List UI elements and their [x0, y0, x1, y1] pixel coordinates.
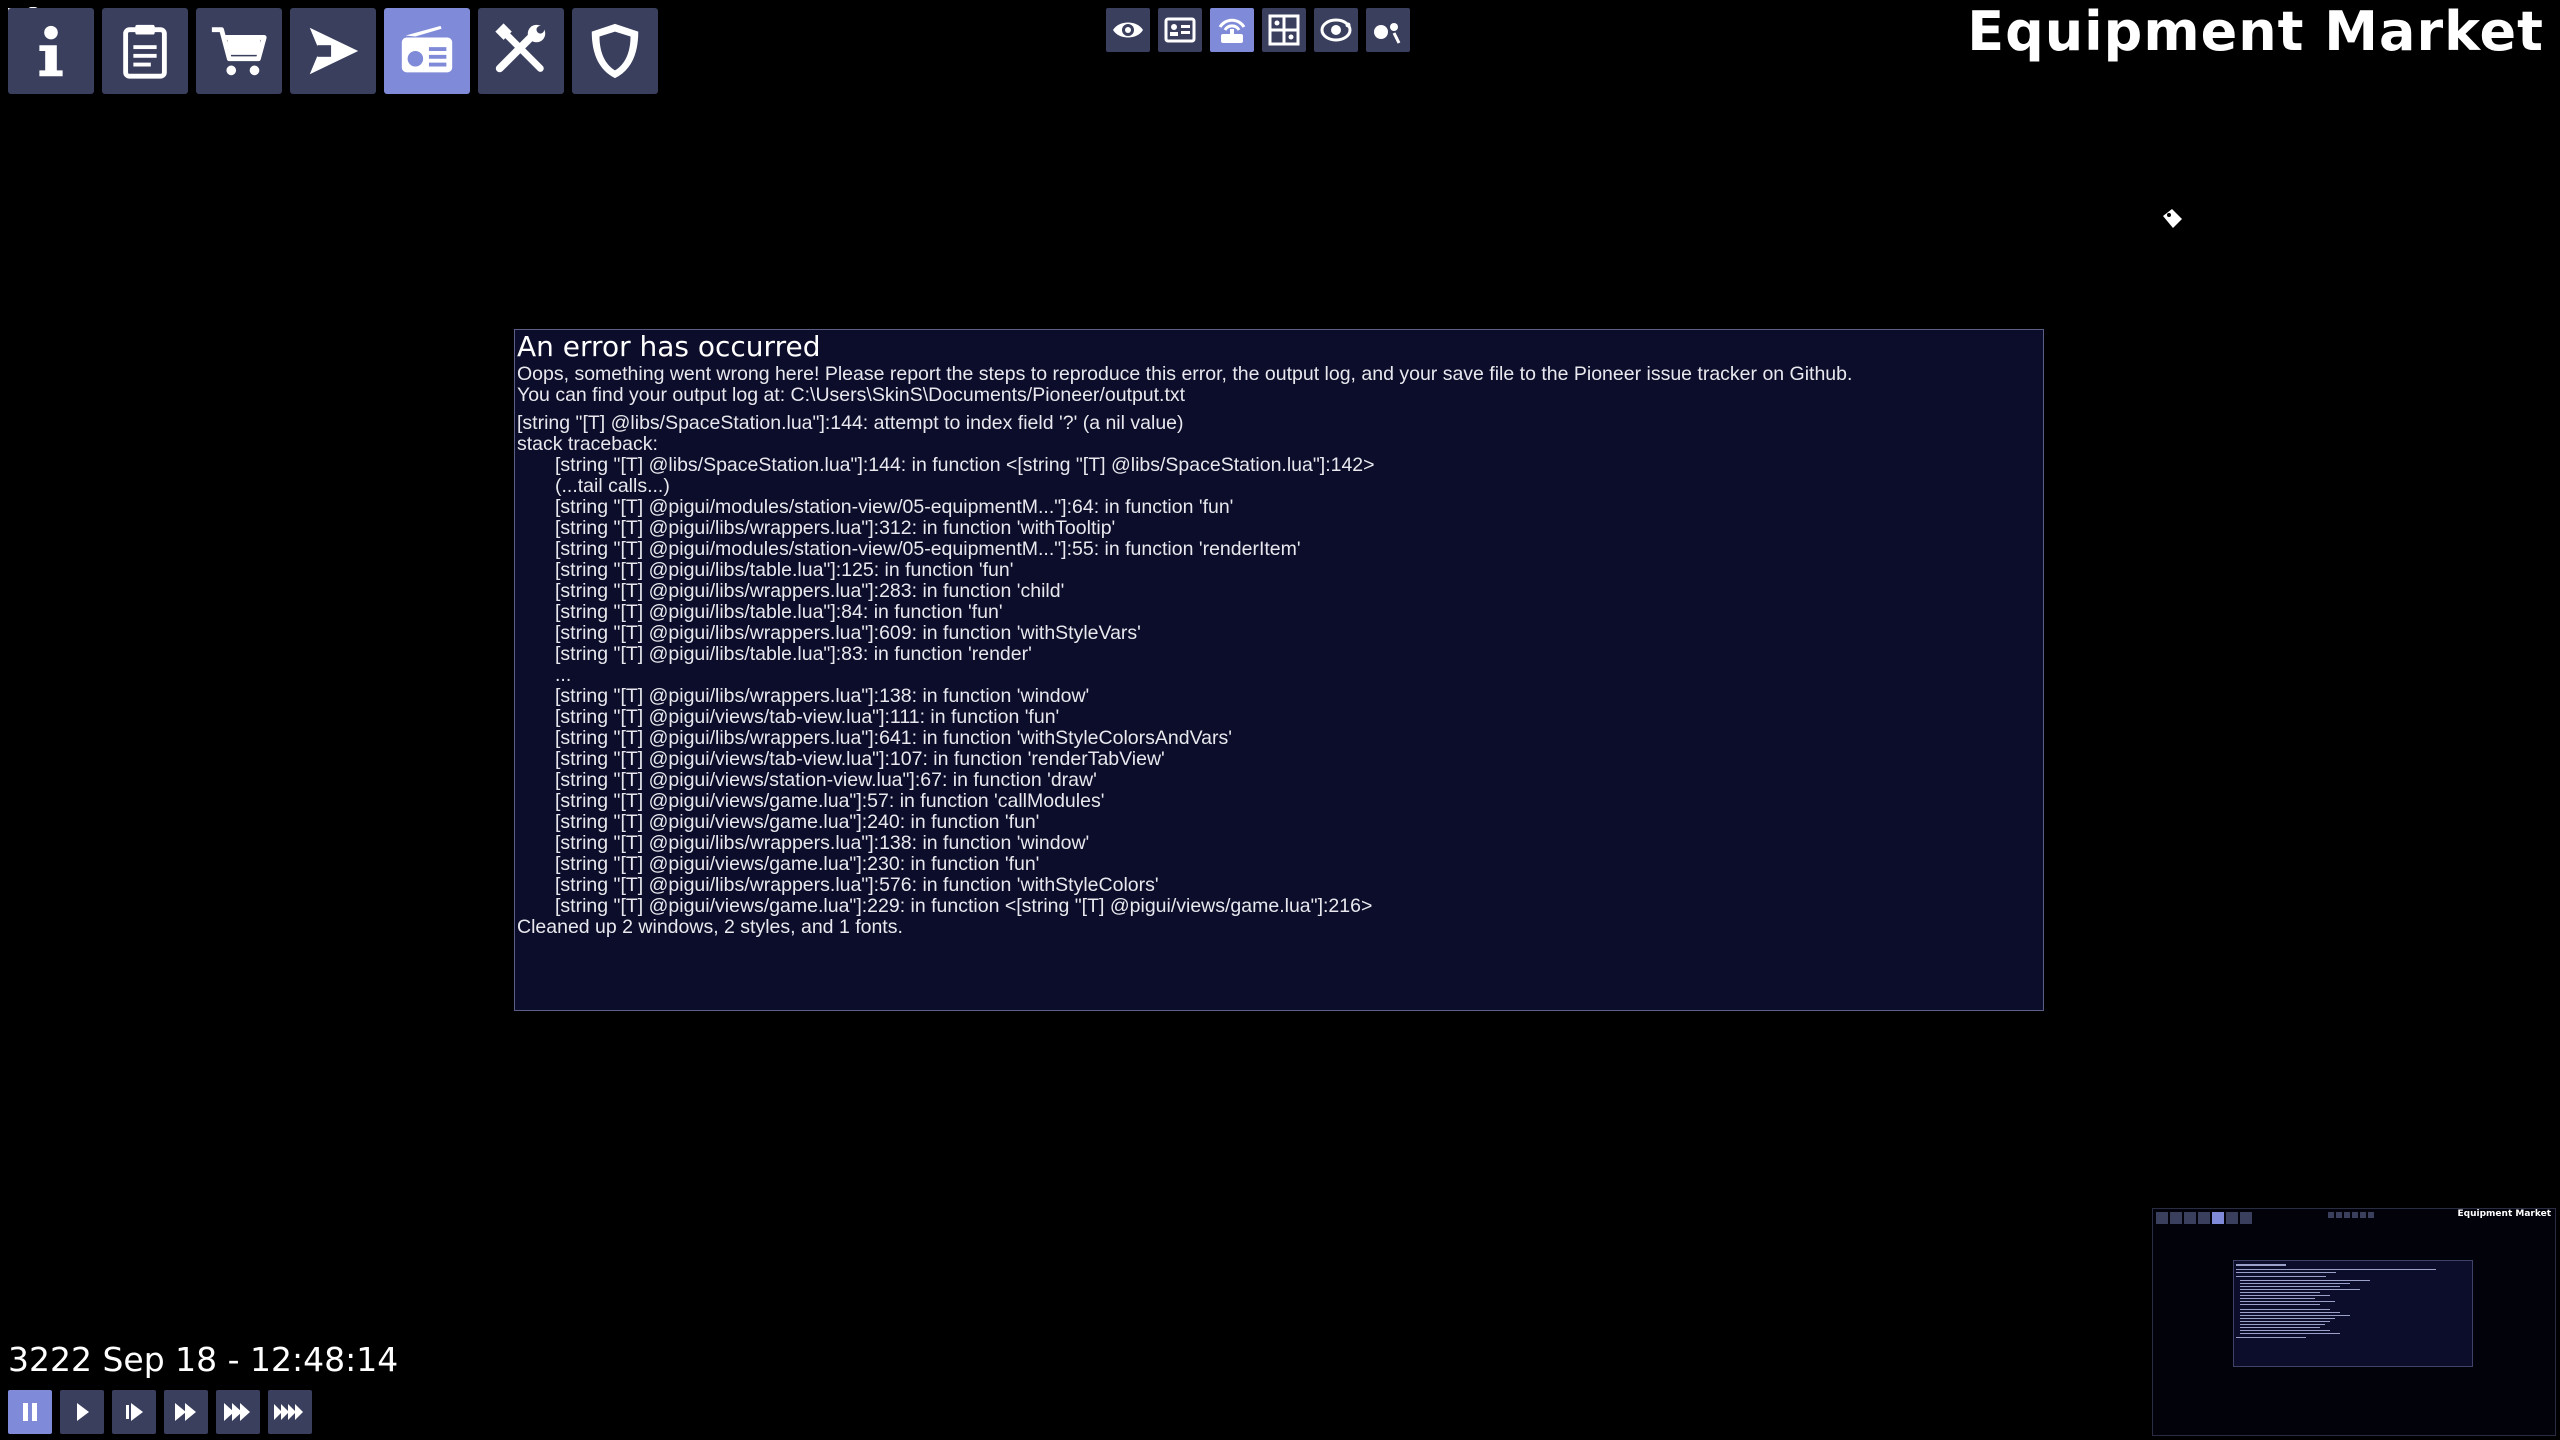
error-line: [string "[T] @libs/SpaceStation.lua"]:14… — [517, 412, 1184, 434]
fast-forward-2-icon — [175, 1403, 196, 1421]
traceback-line: [string "[T] @pigui/libs/wrappers.lua"]:… — [555, 580, 1065, 602]
world-view-button[interactable] — [1106, 8, 1150, 52]
tab-info[interactable] — [8, 8, 94, 94]
traceback-line: [string "[T] @libs/SpaceStation.lua"]:14… — [555, 454, 1375, 476]
comms-icon — [1218, 18, 1246, 43]
screen-preview-thumbnail: Equipment Market — [2152, 1208, 2556, 1436]
fast-forward-3-icon — [224, 1403, 250, 1421]
traceback-line: [string "[T] @pigui/views/tab-view.lua"]… — [555, 706, 1060, 728]
id-card-icon — [1164, 17, 1196, 43]
error-title: An error has occurred — [517, 330, 821, 363]
time-acceleration-controls — [8, 1390, 312, 1434]
system-map-button[interactable] — [1314, 8, 1358, 52]
tab-commodity-market[interactable] — [196, 8, 282, 94]
mouse-cursor-icon — [2163, 209, 2182, 228]
error-message: Oops, something went wrong here! Please … — [517, 363, 1853, 385]
ship-icon — [309, 27, 359, 75]
view-toolbar — [1106, 8, 1410, 52]
traceback-line: [string "[T] @pigui/libs/table.lua"]:83:… — [555, 643, 1032, 665]
tab-police[interactable] — [572, 8, 658, 94]
preview-tab-bar — [2156, 1212, 2252, 1224]
time-hyper-button[interactable] — [268, 1390, 312, 1434]
time-normal-button[interactable] — [60, 1390, 104, 1434]
sector-map-button[interactable] — [1262, 8, 1306, 52]
system-info-button[interactable] — [1366, 8, 1410, 52]
traceback-line: [string "[T] @pigui/modules/station-view… — [555, 538, 1301, 560]
personal-info-button[interactable] — [1158, 8, 1202, 52]
pause-icon — [23, 1403, 37, 1421]
view-title: Equipment Market — [1967, 0, 2544, 63]
traceback-line: [string "[T] @pigui/libs/wrappers.lua"]:… — [555, 685, 1090, 707]
preview-error-window — [2233, 1260, 2473, 1367]
traceback-line: [string "[T] @pigui/libs/wrappers.lua"]:… — [555, 517, 1116, 539]
error-body: Oops, something went wrong here! Please … — [517, 364, 2041, 938]
traceback-line: [string "[T] @pigui/views/tab-view.lua"]… — [555, 748, 1165, 770]
tab-equipment-market[interactable] — [384, 8, 470, 94]
tab-ship-repairs[interactable] — [478, 8, 564, 94]
shield-icon — [591, 23, 639, 79]
system-orbit-icon — [1320, 18, 1352, 42]
traceback-line: [string "[T] @pigui/libs/table.lua"]:84:… — [555, 601, 1003, 623]
tab-shipyard[interactable] — [290, 8, 376, 94]
time-pause-button[interactable] — [8, 1390, 52, 1434]
traceback-line: [string "[T] @pigui/views/game.lua"]:229… — [555, 895, 1373, 917]
radio-icon — [401, 25, 453, 73]
traceback-line: [string "[T] @pigui/libs/wrappers.lua"]:… — [555, 727, 1232, 749]
traceback-line: [string "[T] @pigui/libs/table.lua"]:125… — [555, 559, 1014, 581]
output-log-path: You can find your output log at: C:\User… — [517, 384, 1186, 406]
preview-view-title: Equipment Market — [2457, 1209, 2551, 1219]
cleanup-message: Cleaned up 2 windows, 2 styles, and 1 fo… — [517, 916, 903, 938]
traceback-line: [string "[T] @pigui/libs/wrappers.lua"]:… — [555, 874, 1159, 896]
eye-icon — [1113, 22, 1143, 38]
time-faster-button[interactable] — [164, 1390, 208, 1434]
traceback-line: [string "[T] @pigui/views/game.lua"]:57:… — [555, 790, 1105, 812]
time-very-fast-button[interactable] — [216, 1390, 260, 1434]
fast-forward-4-icon — [274, 1404, 303, 1420]
traceback-line: (...tail calls...) — [555, 475, 670, 497]
traceback-line: [string "[T] @pigui/views/game.lua"]:240… — [555, 811, 1040, 833]
sector-map-icon — [1268, 14, 1300, 46]
traceback-line: [string "[T] @pigui/views/game.lua"]:230… — [555, 853, 1040, 875]
tools-icon — [495, 23, 546, 73]
traceback-line: ... — [555, 664, 572, 686]
comms-button[interactable] — [1210, 8, 1254, 52]
time-fast-button[interactable] — [112, 1390, 156, 1434]
play-icon — [77, 1403, 89, 1421]
traceback-line: [string "[T] @pigui/views/station-view.l… — [555, 769, 1097, 791]
error-window: An error has occurred Oops, something we… — [514, 329, 2044, 1011]
traceback-header: stack traceback: — [517, 433, 658, 455]
cart-icon — [211, 27, 267, 76]
clipboard-icon — [123, 24, 167, 79]
station-tab-bar — [8, 8, 658, 94]
traceback-line: [string "[T] @pigui/libs/wrappers.lua"]:… — [555, 622, 1141, 644]
fast-forward-1-icon — [126, 1403, 143, 1421]
info-view-icon — [1374, 23, 1401, 44]
traceback-line: [string "[T] @pigui/libs/wrappers.lua"]:… — [555, 832, 1090, 854]
game-date-time: 3222 Sep 18 - 12:48:14 — [8, 1340, 399, 1379]
tab-bulletin-board[interactable] — [102, 8, 188, 94]
traceback-line: [string "[T] @pigui/modules/station-view… — [555, 496, 1234, 518]
info-icon — [39, 25, 63, 77]
preview-view-tools — [2328, 1212, 2374, 1218]
